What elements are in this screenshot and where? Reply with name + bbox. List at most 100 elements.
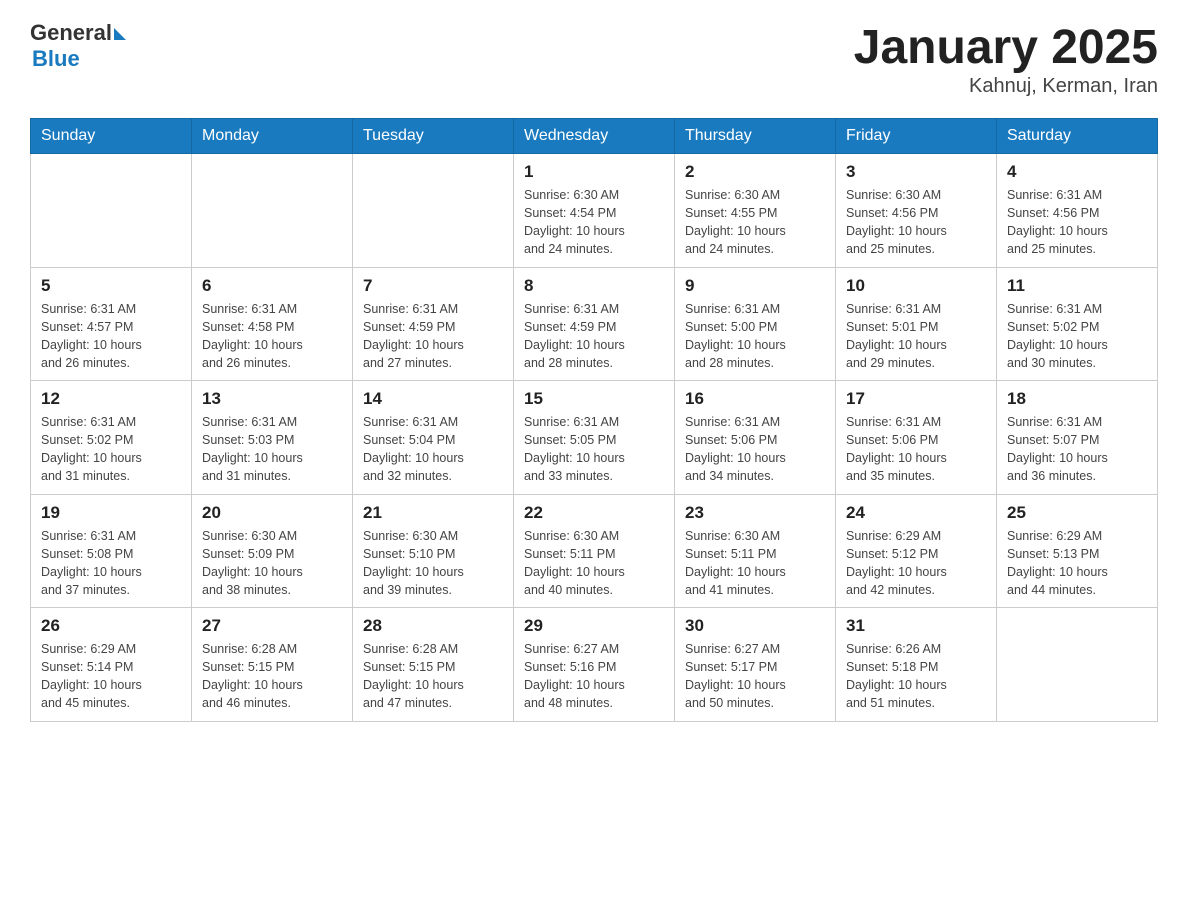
calendar-cell: 22 Sunrise: 6:30 AM Sunset: 5:11 PM Dayli… bbox=[514, 494, 675, 608]
day-info: Sunrise: 6:30 AM Sunset: 5:10 PM Dayligh… bbox=[363, 527, 503, 600]
day-info: Sunrise: 6:31 AM Sunset: 4:58 PM Dayligh… bbox=[202, 300, 342, 373]
day-number: 27 bbox=[202, 616, 342, 636]
day-info: Sunrise: 6:31 AM Sunset: 5:06 PM Dayligh… bbox=[846, 413, 986, 486]
day-number: 18 bbox=[1007, 389, 1147, 409]
week-row-3: 12Sunrise: 6:31 AM Sunset: 5:02 PM Dayli… bbox=[31, 381, 1158, 495]
day-info: Sunrise: 6:29 AM Sunset: 5:13 PM Dayligh… bbox=[1007, 527, 1147, 600]
calendar-cell bbox=[31, 154, 192, 268]
calendar-cell: 18Sunrise: 6:31 AM Sunset: 5:07 PM Dayli… bbox=[997, 381, 1158, 495]
day-number: 20 bbox=[202, 503, 342, 523]
day-info: Sunrise: 6:28 AM Sunset: 5:15 PM Dayligh… bbox=[363, 640, 503, 713]
day-info: Sunrise: 6:27 AM Sunset: 5:17 PM Dayligh… bbox=[685, 640, 825, 713]
calendar-cell: 26 Sunrise: 6:29 AM Sunset: 5:14 PM Dayli… bbox=[31, 608, 192, 722]
calendar-cell: 29Sunrise: 6:27 AM Sunset: 5:16 PM Dayli… bbox=[514, 608, 675, 722]
day-info: Sunrise: 6:30 AM Sunset: 4:56 PM Dayligh… bbox=[846, 186, 986, 259]
calendar-cell: 10 Sunrise: 6:31 AM Sunset: 5:01 PM Dayli… bbox=[836, 267, 997, 381]
day-number: 31 bbox=[846, 616, 986, 636]
calendar-cell: 17 Sunrise: 6:31 AM Sunset: 5:06 PM Dayli… bbox=[836, 381, 997, 495]
week-row-1: 1 Sunrise: 6:30 AM Sunset: 4:54 PM Daylig… bbox=[31, 154, 1158, 268]
day-number: 16 bbox=[685, 389, 825, 409]
col-header-tuesday: Tuesday bbox=[353, 119, 514, 154]
logo-general-text: General bbox=[30, 20, 112, 46]
day-info: Sunrise: 6:31 AM Sunset: 4:59 PM Dayligh… bbox=[363, 300, 503, 373]
logo: General Blue bbox=[30, 20, 126, 72]
calendar-cell: 12Sunrise: 6:31 AM Sunset: 5:02 PM Dayli… bbox=[31, 381, 192, 495]
day-info: Sunrise: 6:31 AM Sunset: 5:00 PM Dayligh… bbox=[685, 300, 825, 373]
day-number: 19 bbox=[41, 503, 181, 523]
col-header-saturday: Saturday bbox=[997, 119, 1158, 154]
calendar-cell: 1 Sunrise: 6:30 AM Sunset: 4:54 PM Daylig… bbox=[514, 154, 675, 268]
day-number: 13 bbox=[202, 389, 342, 409]
calendar-cell: 9 Sunrise: 6:31 AM Sunset: 5:00 PM Daylig… bbox=[675, 267, 836, 381]
day-info: Sunrise: 6:29 AM Sunset: 5:14 PM Dayligh… bbox=[41, 640, 181, 713]
day-number: 17 bbox=[846, 389, 986, 409]
day-info: Sunrise: 6:30 AM Sunset: 5:11 PM Dayligh… bbox=[685, 527, 825, 600]
calendar-cell: 19 Sunrise: 6:31 AM Sunset: 5:08 PM Dayli… bbox=[31, 494, 192, 608]
calendar-body: 1 Sunrise: 6:30 AM Sunset: 4:54 PM Daylig… bbox=[31, 154, 1158, 722]
day-info: Sunrise: 6:30 AM Sunset: 5:11 PM Dayligh… bbox=[524, 527, 664, 600]
calendar-cell: 7Sunrise: 6:31 AM Sunset: 4:59 PM Daylig… bbox=[353, 267, 514, 381]
calendar-cell: 4Sunrise: 6:31 AM Sunset: 4:56 PM Daylig… bbox=[997, 154, 1158, 268]
calendar-cell: 2Sunrise: 6:30 AM Sunset: 4:55 PM Daylig… bbox=[675, 154, 836, 268]
day-number: 25 bbox=[1007, 503, 1147, 523]
day-number: 5 bbox=[41, 276, 181, 296]
col-header-monday: Monday bbox=[192, 119, 353, 154]
calendar-cell: 31 Sunrise: 6:26 AM Sunset: 5:18 PM Dayli… bbox=[836, 608, 997, 722]
week-row-4: 19 Sunrise: 6:31 AM Sunset: 5:08 PM Dayli… bbox=[31, 494, 1158, 608]
day-info: Sunrise: 6:31 AM Sunset: 5:02 PM Dayligh… bbox=[1007, 300, 1147, 373]
day-number: 22 bbox=[524, 503, 664, 523]
calendar-cell: 23Sunrise: 6:30 AM Sunset: 5:11 PM Dayli… bbox=[675, 494, 836, 608]
col-header-thursday: Thursday bbox=[675, 119, 836, 154]
calendar-title: January 2025 bbox=[854, 20, 1158, 75]
day-number: 1 bbox=[524, 162, 664, 182]
day-info: Sunrise: 6:31 AM Sunset: 5:03 PM Dayligh… bbox=[202, 413, 342, 486]
day-number: 29 bbox=[524, 616, 664, 636]
day-info: Sunrise: 6:31 AM Sunset: 5:01 PM Dayligh… bbox=[846, 300, 986, 373]
week-row-2: 5 Sunrise: 6:31 AM Sunset: 4:57 PM Daylig… bbox=[31, 267, 1158, 381]
day-number: 14 bbox=[363, 389, 503, 409]
day-info: Sunrise: 6:31 AM Sunset: 5:08 PM Dayligh… bbox=[41, 527, 181, 600]
day-info: Sunrise: 6:29 AM Sunset: 5:12 PM Dayligh… bbox=[846, 527, 986, 600]
day-info: Sunrise: 6:31 AM Sunset: 4:59 PM Dayligh… bbox=[524, 300, 664, 373]
calendar-cell: 16 Sunrise: 6:31 AM Sunset: 5:06 PM Dayli… bbox=[675, 381, 836, 495]
calendar-table: SundayMondayTuesdayWednesdayThursdayFrid… bbox=[30, 118, 1158, 722]
calendar-cell: 27 Sunrise: 6:28 AM Sunset: 5:15 PM Dayli… bbox=[192, 608, 353, 722]
calendar-cell: 3 Sunrise: 6:30 AM Sunset: 4:56 PM Daylig… bbox=[836, 154, 997, 268]
calendar-cell: 30Sunrise: 6:27 AM Sunset: 5:17 PM Dayli… bbox=[675, 608, 836, 722]
calendar-cell: 20Sunrise: 6:30 AM Sunset: 5:09 PM Dayli… bbox=[192, 494, 353, 608]
day-number: 24 bbox=[846, 503, 986, 523]
calendar-cell: 8Sunrise: 6:31 AM Sunset: 4:59 PM Daylig… bbox=[514, 267, 675, 381]
page-header: General Blue January 2025 Kahnuj, Kerman… bbox=[30, 20, 1158, 98]
day-info: Sunrise: 6:30 AM Sunset: 4:55 PM Dayligh… bbox=[685, 186, 825, 259]
day-info: Sunrise: 6:30 AM Sunset: 4:54 PM Dayligh… bbox=[524, 186, 664, 259]
calendar-subtitle: Kahnuj, Kerman, Iran bbox=[854, 75, 1158, 98]
calendar-cell bbox=[192, 154, 353, 268]
day-info: Sunrise: 6:31 AM Sunset: 5:06 PM Dayligh… bbox=[685, 413, 825, 486]
calendar-cell bbox=[353, 154, 514, 268]
calendar-cell: 28 Sunrise: 6:28 AM Sunset: 5:15 PM Dayli… bbox=[353, 608, 514, 722]
day-number: 6 bbox=[202, 276, 342, 296]
day-number: 3 bbox=[846, 162, 986, 182]
day-number: 12 bbox=[41, 389, 181, 409]
day-number: 26 bbox=[41, 616, 181, 636]
calendar-cell: 15Sunrise: 6:31 AM Sunset: 5:05 PM Dayli… bbox=[514, 381, 675, 495]
calendar-header: SundayMondayTuesdayWednesdayThursdayFrid… bbox=[31, 119, 1158, 154]
day-header-row: SundayMondayTuesdayWednesdayThursdayFrid… bbox=[31, 119, 1158, 154]
col-header-friday: Friday bbox=[836, 119, 997, 154]
day-info: Sunrise: 6:31 AM Sunset: 4:56 PM Dayligh… bbox=[1007, 186, 1147, 259]
calendar-cell: 11 Sunrise: 6:31 AM Sunset: 5:02 PM Dayli… bbox=[997, 267, 1158, 381]
day-info: Sunrise: 6:28 AM Sunset: 5:15 PM Dayligh… bbox=[202, 640, 342, 713]
day-info: Sunrise: 6:26 AM Sunset: 5:18 PM Dayligh… bbox=[846, 640, 986, 713]
calendar-cell bbox=[997, 608, 1158, 722]
calendar-cell: 13 Sunrise: 6:31 AM Sunset: 5:03 PM Dayli… bbox=[192, 381, 353, 495]
calendar-cell: 21Sunrise: 6:30 AM Sunset: 5:10 PM Dayli… bbox=[353, 494, 514, 608]
logo-triangle-icon bbox=[114, 28, 126, 40]
day-number: 11 bbox=[1007, 276, 1147, 296]
day-number: 9 bbox=[685, 276, 825, 296]
calendar-cell: 25 Sunrise: 6:29 AM Sunset: 5:13 PM Dayli… bbox=[997, 494, 1158, 608]
day-info: Sunrise: 6:31 AM Sunset: 4:57 PM Dayligh… bbox=[41, 300, 181, 373]
col-header-wednesday: Wednesday bbox=[514, 119, 675, 154]
day-number: 10 bbox=[846, 276, 986, 296]
day-number: 28 bbox=[363, 616, 503, 636]
week-row-5: 26 Sunrise: 6:29 AM Sunset: 5:14 PM Dayli… bbox=[31, 608, 1158, 722]
